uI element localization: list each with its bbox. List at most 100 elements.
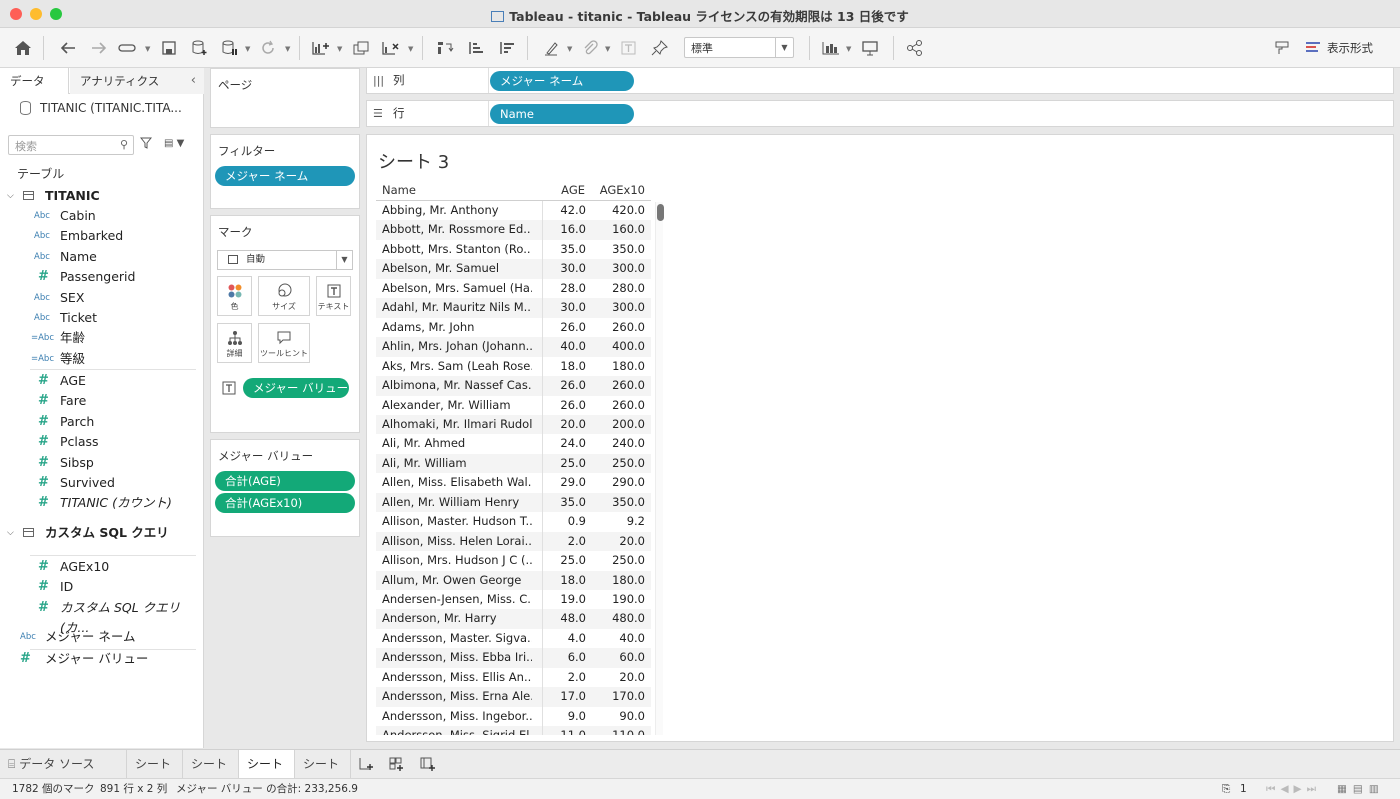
tooltip-button[interactable]: ツールヒント xyxy=(258,323,310,363)
chevron-down-icon[interactable]: ▼ xyxy=(285,45,290,53)
field-item[interactable]: Abc Name xyxy=(0,247,204,267)
chevron-down-icon[interactable]: ▼ xyxy=(245,45,250,53)
table-row[interactable]: Andersson, Miss. Ingebor.. 9.0 90.0 xyxy=(376,707,651,727)
field-item[interactable]: # カスタム SQL クエリ (カ... xyxy=(0,598,204,635)
table-row[interactable]: Abbott, Mr. Rossmore Ed.. 16.0 160.0 xyxy=(376,220,651,240)
datasource-item[interactable]: TITANIC (TITANIC.TITA... xyxy=(0,94,203,122)
back-icon[interactable] xyxy=(56,36,80,60)
chevron-down-icon[interactable]: ▼ xyxy=(846,45,851,53)
save-icon[interactable] xyxy=(157,36,181,60)
search-input[interactable]: 検索 ⚲ xyxy=(8,135,134,155)
tab-data[interactable]: データ xyxy=(0,68,69,94)
table-row[interactable]: Abelson, Mrs. Samuel (Ha.. 28.0 280.0 xyxy=(376,279,651,299)
tab-sheet-2[interactable]: シート 2 xyxy=(183,750,239,799)
table-row[interactable]: Ali, Mr. William 25.0 250.0 xyxy=(376,453,651,474)
share-icon[interactable] xyxy=(903,36,927,60)
field-item[interactable]: Abc SEX xyxy=(0,288,204,308)
table-row[interactable]: Andersson, Miss. Erna Ale.. 17.0 170.0 xyxy=(376,687,651,707)
tab-sheet-1[interactable]: シート 1 xyxy=(127,750,183,799)
show-me-chart-icon[interactable] xyxy=(820,36,844,60)
chevron-down-icon[interactable]: ▼ xyxy=(145,45,150,53)
field-item[interactable]: # メジャー バリュー xyxy=(0,649,204,669)
highlight-icon[interactable] xyxy=(540,36,564,60)
column-header-age[interactable]: AGE xyxy=(547,183,585,201)
field-item[interactable]: =Abc 等級 xyxy=(0,349,204,369)
tab-datasource[interactable]: ⌸ データ ソース xyxy=(0,750,127,778)
table-row[interactable]: Andersson, Miss. Ellis An.. 2.0 20.0 xyxy=(376,668,651,688)
measure-pill-sum-age[interactable]: 合計(AGE) xyxy=(215,471,355,491)
columns-shelf[interactable]: ||| 列 メジャー ネーム xyxy=(366,67,1394,94)
table-row[interactable]: Andersson, Miss. Ebba Iri.. 6.0 60.0 xyxy=(376,648,651,668)
rows-shelf[interactable]: ☰ 行 Name xyxy=(366,100,1394,127)
field-item[interactable]: # AGE xyxy=(0,371,204,391)
show-mark-labels-icon[interactable] xyxy=(617,36,641,60)
field-item[interactable]: Abc Cabin xyxy=(0,206,204,226)
group-members-icon[interactable] xyxy=(578,36,602,60)
table-row[interactable]: Albimona, Mr. Nassef Cas.. 26.0 260.0 xyxy=(376,376,651,396)
table-row[interactable]: Allison, Master. Hudson T.. 0.9 9.2 xyxy=(376,512,651,532)
refresh-icon[interactable] xyxy=(256,36,280,60)
pages-shelf[interactable]: ページ xyxy=(210,68,360,128)
detail-button[interactable]: 詳細 xyxy=(217,323,252,363)
table-row[interactable]: Adahl, Mr. Mauritz Nils M.. 30.0 300.0 xyxy=(376,298,651,318)
sort-ascending-icon[interactable] xyxy=(464,36,488,60)
pin-icon[interactable] xyxy=(648,36,672,60)
chevron-down-icon[interactable]: ▼ xyxy=(337,45,342,53)
duplicate-sheet-icon[interactable] xyxy=(350,36,374,60)
column-header-name[interactable]: Name xyxy=(382,183,416,201)
table-row[interactable]: Abbing, Mr. Anthony 42.0 420.0 xyxy=(376,201,651,221)
new-story-icon[interactable] xyxy=(420,756,436,776)
field-item[interactable]: # Sibsp xyxy=(0,453,204,473)
clear-sheet-icon[interactable] xyxy=(379,36,403,60)
vertical-scrollbar[interactable] xyxy=(655,202,664,735)
tab-sheet-4[interactable]: シート 4 xyxy=(295,750,351,799)
field-item[interactable]: # ID xyxy=(0,577,204,597)
chevron-down-icon[interactable]: ⌵ xyxy=(7,185,14,207)
filters-shelf[interactable]: フィルター メジャー ネーム xyxy=(210,134,360,209)
fit-size-select[interactable]: 標準 ▼ xyxy=(684,37,794,58)
table-row[interactable]: Alexander, Mr. William 26.0 260.0 xyxy=(376,396,651,416)
filter-icon[interactable] xyxy=(139,137,153,152)
chevron-down-icon[interactable]: ▼ xyxy=(567,45,572,53)
field-item[interactable]: # Fare xyxy=(0,391,204,411)
format-painter-icon[interactable] xyxy=(1270,36,1294,60)
table-group-header[interactable]: ⌵ TITANIC xyxy=(0,185,204,207)
table-row[interactable]: Aks, Mrs. Sam (Leah Rose.. 18.0 180.0 xyxy=(376,357,651,377)
view-mode-icons[interactable]: ▦▤▥ xyxy=(1337,779,1385,799)
field-item[interactable]: # Survived xyxy=(0,473,204,493)
table-row[interactable]: Anderson, Mr. Harry 48.0 480.0 xyxy=(376,609,651,629)
table-row[interactable]: Andersson, Miss. Sigrid El.. 11.0 110.0 xyxy=(376,726,651,735)
table-row[interactable]: Andersson, Master. Sigva.. 4.0 40.0 xyxy=(376,629,651,649)
field-item[interactable]: # AGEx10 xyxy=(0,557,204,577)
mark-type-select[interactable]: 自動 ▼ xyxy=(217,250,353,270)
sort-descending-icon[interactable] xyxy=(495,36,519,60)
columns-pill-measure-names[interactable]: メジャー ネーム xyxy=(490,71,634,91)
new-worksheet-icon[interactable] xyxy=(358,756,374,776)
table-row[interactable]: Allison, Mrs. Hudson J C (.. 25.0 250.0 xyxy=(376,551,651,571)
view-list-icon[interactable]: ▤ ▼ xyxy=(164,138,184,149)
field-item[interactable]: Abc Ticket xyxy=(0,308,204,328)
field-item[interactable]: # Parch xyxy=(0,412,204,432)
new-dashboard-icon[interactable] xyxy=(389,756,405,776)
rows-pill-name[interactable]: Name xyxy=(490,104,634,124)
text-button[interactable]: テキスト xyxy=(316,276,351,316)
tab-sheet-3[interactable]: シート 3 xyxy=(239,750,295,799)
filter-pill-measure-names[interactable]: メジャー ネーム xyxy=(215,166,355,186)
forward-icon[interactable] xyxy=(87,36,111,60)
color-button[interactable]: 色 xyxy=(217,276,252,316)
table-row[interactable]: Abbott, Mrs. Stanton (Ro.. 35.0 350.0 xyxy=(376,240,651,260)
field-item[interactable]: Abc メジャー ネーム xyxy=(0,627,204,647)
field-item[interactable]: # Pclass xyxy=(0,432,204,452)
new-datasource-icon[interactable] xyxy=(188,36,212,60)
chevron-down-icon[interactable]: ⌵ xyxy=(7,522,14,544)
field-item[interactable]: # TITANIC (カウント) xyxy=(0,493,204,513)
page-icon[interactable]: ⎘ xyxy=(1222,779,1230,799)
table-row[interactable]: Abelson, Mr. Samuel 30.0 300.0 xyxy=(376,259,651,279)
table-group-header[interactable]: ⌵ カスタム SQL クエリ xyxy=(0,522,204,544)
table-row[interactable]: Allum, Mr. Owen George 18.0 180.0 xyxy=(376,570,651,591)
field-item[interactable]: Abc Embarked xyxy=(0,226,204,246)
presentation-mode-icon[interactable] xyxy=(858,36,882,60)
page-navigation[interactable]: ⏮◀▶⏭ xyxy=(1266,779,1321,799)
table-row[interactable]: Ahlin, Mrs. Johan (Johann.. 40.0 400.0 xyxy=(376,337,651,357)
column-header-agex10[interactable]: AGEx10 xyxy=(592,183,645,201)
